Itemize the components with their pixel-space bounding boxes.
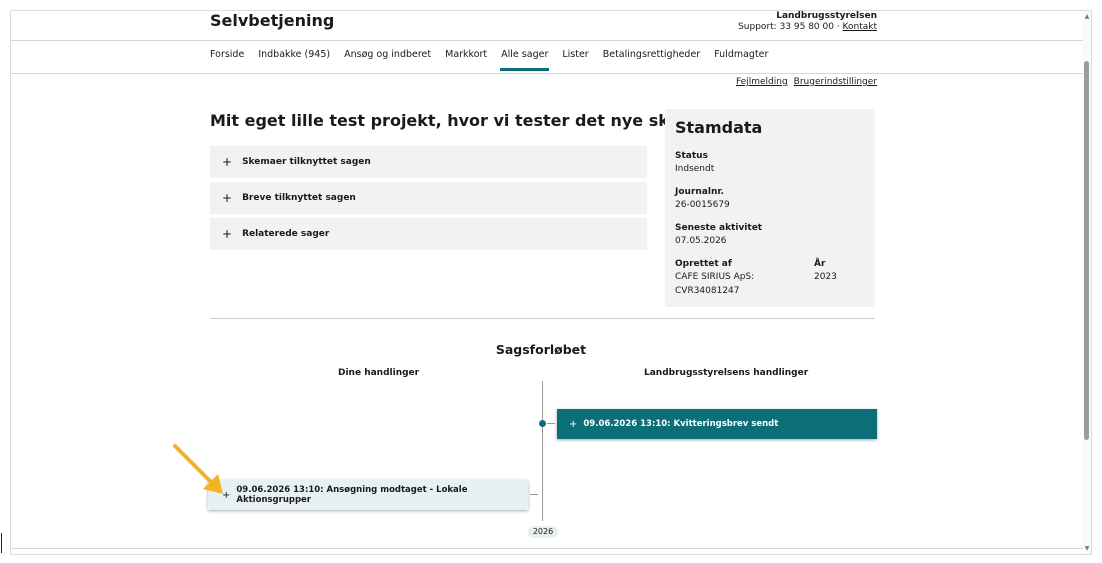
org-info: Landbrugsstyrelsen Support: 33 95 80 00 … [738, 11, 877, 33]
created-value-line1: CAFE SIRIUS ApS: [675, 272, 755, 282]
scroll-down-icon[interactable]: ▼ [1083, 545, 1091, 552]
created-value-line2: CVR34081247 [675, 286, 740, 296]
created-label: Oprettet af [675, 259, 732, 269]
tab-indbakke[interactable]: Indbakke (945) [251, 49, 337, 73]
journal-value: 26-0015679 [675, 200, 730, 210]
scrollbar[interactable]: ▲ ▼ [1083, 11, 1091, 554]
error-report-link[interactable]: Fejlmelding [736, 77, 788, 87]
journal-label: Journalnr. [675, 187, 724, 197]
scroll-up-icon[interactable]: ▲ [1083, 13, 1091, 20]
stamdata-panel: Stamdata Status Indsendt Journalnr. 26-0… [665, 109, 875, 307]
plus-icon: + [222, 155, 233, 169]
support-line: Support: 33 95 80 00 · Kontakt [738, 22, 877, 33]
accordion-breve[interactable]: + Breve tilknyttet sagen [210, 182, 647, 214]
stamdata-title: Stamdata [675, 118, 763, 137]
timeline-year-badge: 2026 [528, 526, 558, 538]
plus-icon: + [222, 191, 233, 205]
org-name: Landbrugsstyrelsen [776, 11, 877, 21]
nav-divider [11, 73, 1083, 74]
text-cursor [1, 533, 2, 553]
support-text: Support: 33 95 80 00 · [738, 22, 843, 32]
timeline-right-heading: Landbrugsstyrelsens handlinger [644, 368, 809, 378]
tab-markkort[interactable]: Markkort [438, 49, 494, 73]
accordion-relaterede[interactable]: + Relaterede sager [210, 218, 647, 250]
site-brand[interactable]: Selvbetjening [210, 11, 334, 30]
browser-viewport: Selvbetjening Landbrugsstyrelsen Support… [10, 10, 1092, 555]
timeline-left-heading: Dine handlinger [338, 368, 420, 378]
timeline-connector-left [530, 494, 538, 495]
status-value: Indsendt [675, 164, 715, 174]
accordion-label: Relaterede sager [242, 229, 330, 239]
timeline-event-kvitteringsbrev[interactable]: + 09.06.2026 13:10: Kvitteringsbrev send… [557, 409, 877, 439]
activity-value: 07.05.2026 [675, 236, 727, 246]
bottom-divider [11, 548, 1083, 549]
tab-fuldmagter[interactable]: Fuldmagter [707, 49, 775, 73]
contact-link[interactable]: Kontakt [843, 22, 877, 32]
main-nav: Forside Indbakke (945) Ansøg og indberet… [210, 49, 775, 73]
accordion-skemaer[interactable]: + Skemaer tilknyttet sagen [210, 146, 647, 178]
event-label: 09.06.2026 13:10: Ansøgning modtaget - L… [236, 485, 468, 505]
activity-label: Seneste aktivitet [675, 223, 763, 233]
year-value: 2023 [814, 272, 837, 282]
section-divider [210, 318, 875, 319]
timeline-event-ansoegning[interactable]: + 09.06.2026 13:10: Ansøgning modtaget -… [208, 480, 528, 510]
timeline-axis [542, 381, 543, 521]
user-settings-link[interactable]: Brugerindstillinger [794, 77, 877, 87]
utility-links: Fejlmelding Brugerindstillinger [736, 77, 877, 87]
page-title: Mit eget lille test projekt, hvor vi tes… [210, 111, 713, 130]
accordion-label: Breve tilknyttet sagen [242, 193, 356, 203]
timeline-title: Sagsforløbet [11, 342, 1091, 357]
timeline-title-text: Sagsforløbet [495, 342, 587, 357]
scrollbar-thumb[interactable] [1084, 61, 1089, 440]
status-label: Status [675, 151, 708, 161]
timeline-connector-right [547, 423, 555, 424]
pointer-arrow-icon [173, 444, 223, 494]
timeline-dot [539, 420, 546, 427]
header-divider [11, 40, 1083, 41]
accordion-label: Skemaer tilknyttet sagen [242, 157, 371, 167]
tab-lister[interactable]: Lister [555, 49, 595, 73]
event-label: 09.06.2026 13:10: Kvitteringsbrev sendt [583, 419, 779, 429]
plus-icon: + [569, 418, 578, 430]
tab-alle-sager[interactable]: Alle sager [494, 49, 555, 73]
tab-ansoeg[interactable]: Ansøg og indberet [337, 49, 438, 73]
year-label: År [814, 259, 826, 269]
plus-icon: + [222, 227, 233, 241]
tab-betalingsrettigheder[interactable]: Betalingsrettigheder [596, 49, 708, 73]
tab-forside[interactable]: Forside [210, 49, 251, 73]
